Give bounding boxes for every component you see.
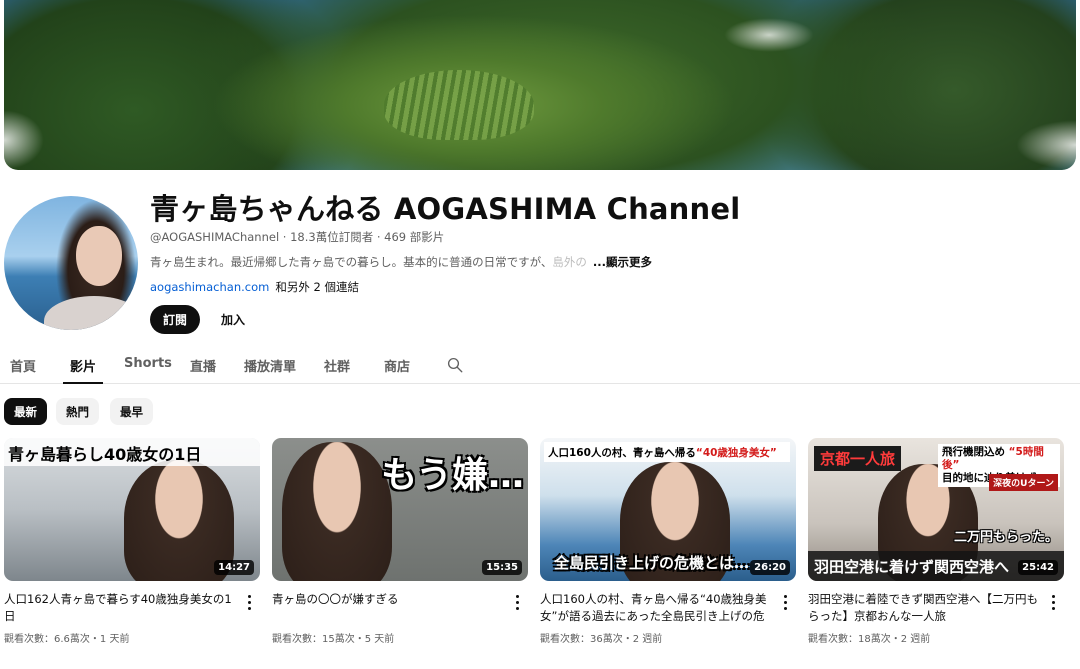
video-card[interactable]: 青ヶ島暮らし40歳女の1日 14:27 人口162人青ヶ島で暮らす40歳独身美女…: [4, 438, 260, 645]
tab-community[interactable]: 社群: [324, 356, 350, 375]
active-tab-indicator: [63, 382, 103, 384]
banner-terrace: [384, 70, 534, 140]
tab-home[interactable]: 首頁: [10, 356, 36, 375]
thumbnail-caption: もう嫌…: [381, 455, 524, 496]
channel-description[interactable]: 青ヶ島生まれ。最近帰郷した青ヶ島での暮らし。基本的に普通の日常ですが、島外の..…: [150, 254, 652, 270]
thumbnail-caption: 青ヶ島暮らし40歳女の1日: [4, 438, 260, 466]
banner-surf-left: [4, 110, 44, 170]
video-title[interactable]: 人口162人青ヶ島で暮らす40歳独身美女の1日: [4, 591, 236, 625]
more-options-icon[interactable]: [1046, 593, 1060, 611]
video-thumbnail[interactable]: もう嫌… 15:35: [272, 438, 528, 581]
thumbnail-person: [282, 442, 392, 581]
thumbnail-uturn-badge: 深夜のUターン: [989, 474, 1058, 491]
video-thumbnail[interactable]: 京都一人旅 飛行機閉込め “5時間後” 目的地に辿り着けず… 深夜のUターン 二…: [808, 438, 1064, 581]
chip-latest[interactable]: 最新: [4, 398, 47, 425]
channel-banner: [4, 0, 1076, 170]
video-meta: 觀看次數：36萬次・2 週前: [540, 634, 663, 645]
chip-popular[interactable]: 熱門: [56, 398, 99, 425]
more-options-icon[interactable]: [242, 593, 256, 611]
chip-oldest[interactable]: 最早: [110, 398, 153, 425]
join-button[interactable]: 加入: [208, 305, 258, 334]
video-card[interactable]: 京都一人旅 飛行機閉込め “5時間後” 目的地に辿り着けず… 深夜のUターン 二…: [808, 438, 1064, 645]
thumbnail-tag: 京都一人旅: [814, 446, 902, 471]
channel-meta: @AOGASHIMAChannel · 18.3萬位訂閱者 · 469 部影片: [150, 230, 445, 244]
more-options-icon[interactable]: [778, 593, 792, 611]
video-title[interactable]: 青ヶ島の〇〇が嫌すぎる: [272, 591, 504, 625]
video-thumbnail[interactable]: 青ヶ島暮らし40歳女の1日 14:27: [4, 438, 260, 581]
channel-tabs: 首頁 影片 Shorts 直播 播放清單 社群 商店: [0, 346, 1080, 384]
channel-links: aogashimachan.com 和另外 2 個連結: [150, 279, 359, 295]
thumbnail-top-text: 人口160人の村、青ヶ島へ帰る: [548, 447, 696, 459]
video-meta: 觀看次數：6.6萬次・1 天前: [4, 634, 130, 645]
avatar-face: [76, 226, 122, 286]
banner-cloud: [724, 18, 814, 52]
more-links-button[interactable]: 和另外 2 個連結: [275, 280, 359, 294]
video-duration: 15:35: [482, 560, 522, 575]
video-card[interactable]: もう嫌… 15:35 青ヶ島の〇〇が嫌すぎる 觀看次數：15萬次・5 天前: [272, 438, 528, 645]
video-meta: 觀看次數：18萬次・2 週前: [808, 634, 931, 645]
video-duration: 14:27: [214, 560, 254, 575]
search-icon[interactable]: [446, 356, 464, 374]
video-duration: 26:20: [750, 560, 790, 575]
thumbnail-mid-caption: 二万円もらった。: [953, 530, 1058, 545]
subscribe-button[interactable]: 訂閱: [150, 305, 200, 334]
channel-avatar[interactable]: [4, 196, 138, 330]
more-options-icon[interactable]: [510, 593, 524, 611]
channel-website-link[interactable]: aogashimachan.com: [150, 280, 269, 294]
description-text: 青ヶ島生まれ。最近帰郷した青ヶ島での暮らし。基本的に普通の日常ですが、: [150, 255, 553, 269]
description-fade: 島外の: [552, 255, 587, 269]
tab-shorts[interactable]: Shorts: [124, 356, 172, 371]
tab-videos[interactable]: 影片: [70, 356, 96, 375]
banner-surf-right: [1016, 120, 1076, 170]
video-duration: 25:42: [1018, 560, 1058, 575]
video-title[interactable]: 羽田空港に着陸できず関西空港へ【二万円もらった】京都おんな一人旅: [808, 591, 1040, 625]
video-thumbnail[interactable]: 人口160人の村、青ヶ島へ帰る“40歳独身美女” 全島民引き上げの危機とは… 2…: [540, 438, 796, 581]
thumbnail-bottom-caption: 全島民引き上げの危機とは…: [554, 554, 750, 572]
video-card[interactable]: 人口160人の村、青ヶ島へ帰る“40歳独身美女” 全島民引き上げの危機とは… 2…: [540, 438, 796, 645]
thumbnail-top-caption: 人口160人の村、青ヶ島へ帰る“40歳独身美女”: [544, 442, 790, 462]
show-more-link[interactable]: ...顯示更多: [593, 255, 652, 269]
tab-playlists[interactable]: 播放清單: [244, 356, 296, 375]
thumbnail-right-text-1: 飛行機閉込め: [942, 446, 1005, 458]
video-meta: 觀看次數：15萬次・5 天前: [272, 634, 395, 645]
tab-store[interactable]: 商店: [384, 356, 410, 375]
tab-live[interactable]: 直播: [190, 356, 216, 375]
video-title[interactable]: 人口160人の村、青ヶ島へ帰る“40歳独身美女”が語る過去にあった全島民引き上げ…: [540, 591, 772, 625]
channel-title: 青ヶ島ちゃんねる AOGASHIMA Channel: [150, 192, 741, 226]
thumbnail-top-highlight: “40歳独身美女”: [695, 447, 777, 459]
